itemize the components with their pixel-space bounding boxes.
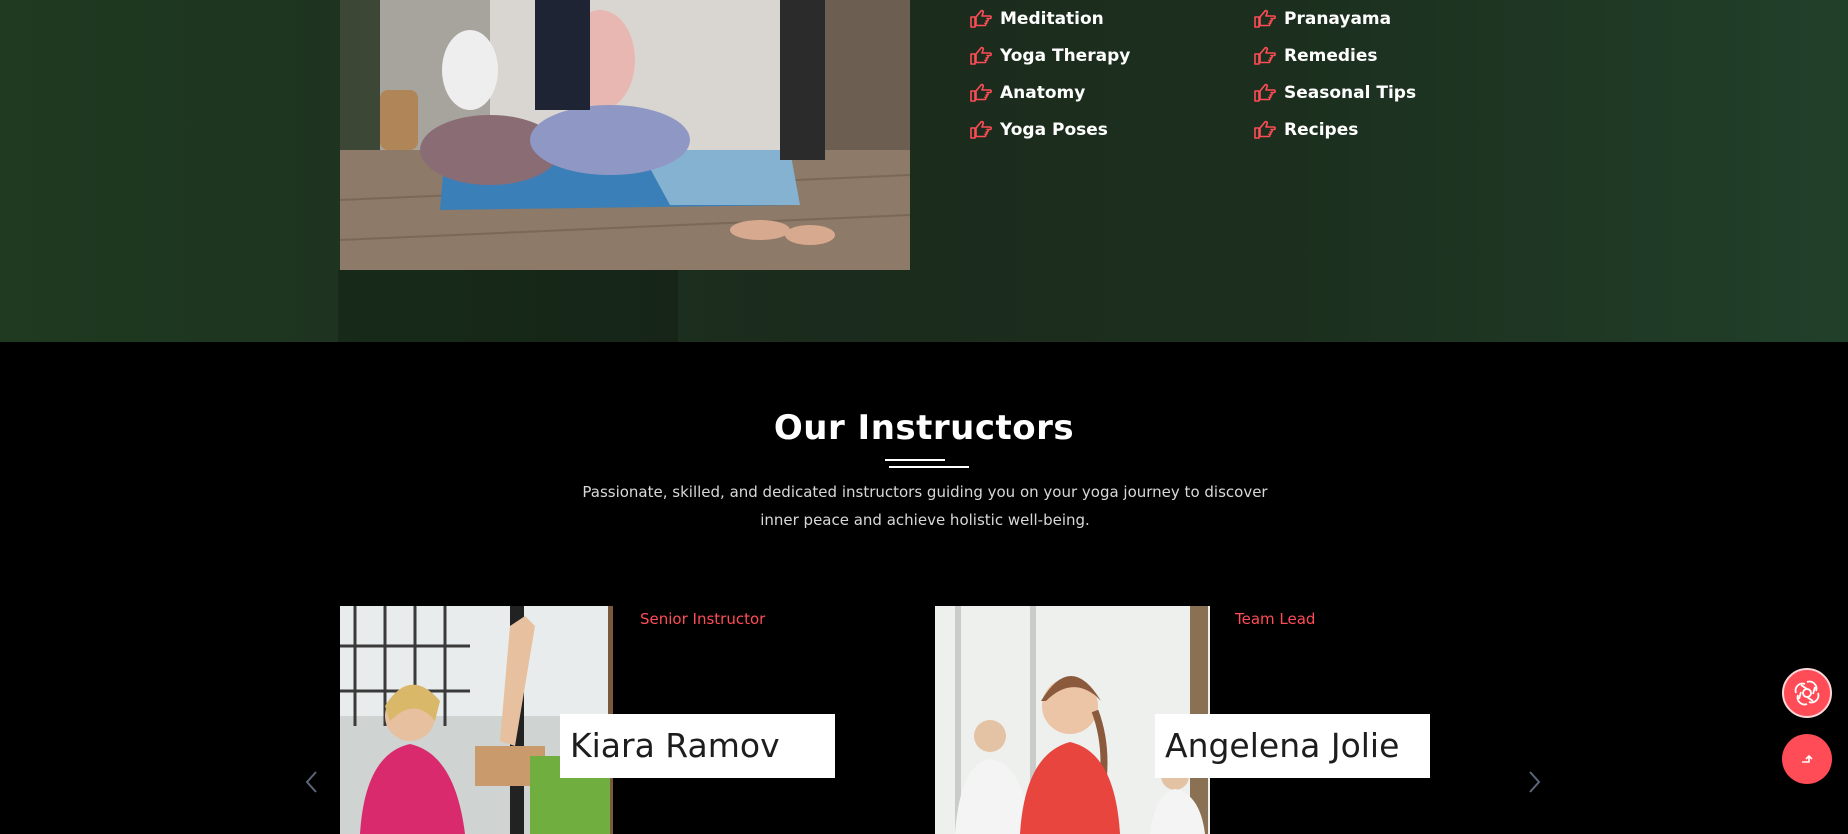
hand-point-right-icon bbox=[970, 120, 992, 140]
chat-assistant-button[interactable] bbox=[1782, 668, 1832, 718]
instructor-role: Senior Instructor bbox=[640, 610, 766, 628]
section-shade bbox=[338, 270, 678, 342]
instructor-card[interactable]: Team Lead Angelena Jolie bbox=[935, 606, 1455, 834]
feature-link-pranayama[interactable]: Pranayama bbox=[1254, 0, 1416, 37]
chevron-right-icon bbox=[1529, 771, 1541, 793]
about-section: Meditation Yoga Therapy Anatomy Yoga Pos… bbox=[0, 0, 1848, 342]
feature-label: Pranayama bbox=[1284, 8, 1392, 29]
slider-prev-button[interactable] bbox=[301, 768, 321, 796]
feature-link-yoga-poses[interactable]: Yoga Poses bbox=[970, 111, 1130, 148]
hand-point-right-icon bbox=[970, 46, 992, 66]
features-column-2: Pranayama Remedies Seasonal Tips Recipes bbox=[1254, 0, 1416, 148]
feature-label: Seasonal Tips bbox=[1284, 82, 1417, 103]
feature-label: Recipes bbox=[1284, 119, 1359, 140]
feature-label: Yoga Poses bbox=[1000, 119, 1108, 140]
feature-link-anatomy[interactable]: Anatomy bbox=[970, 74, 1130, 111]
hand-point-right-icon bbox=[1254, 83, 1276, 103]
feature-link-yoga-therapy[interactable]: Yoga Therapy bbox=[970, 37, 1130, 74]
feature-label: Yoga Therapy bbox=[1000, 45, 1131, 66]
hand-point-right-icon bbox=[970, 83, 992, 103]
slider-next-button[interactable] bbox=[1525, 768, 1545, 796]
hand-point-right-icon bbox=[970, 9, 992, 29]
scroll-to-top-button[interactable] bbox=[1782, 734, 1832, 784]
feature-label: Remedies bbox=[1284, 45, 1378, 66]
openai-chat-icon bbox=[1794, 680, 1820, 706]
instructor-name[interactable]: Kiara Ramov bbox=[560, 714, 835, 778]
feature-label: Anatomy bbox=[1000, 82, 1086, 103]
chevron-left-icon bbox=[305, 771, 317, 793]
section-title: Our Instructors bbox=[773, 408, 1075, 448]
arrow-up-icon bbox=[1802, 754, 1813, 763]
instructor-card[interactable]: Senior Instructor Kiara Ramov bbox=[340, 606, 860, 834]
hand-point-right-icon bbox=[1254, 9, 1276, 29]
title-divider bbox=[885, 459, 969, 469]
feature-label: Meditation bbox=[1000, 8, 1104, 29]
feature-link-seasonal-tips[interactable]: Seasonal Tips bbox=[1254, 74, 1416, 111]
features-column-1: Meditation Yoga Therapy Anatomy Yoga Pos… bbox=[970, 0, 1130, 148]
instructor-role: Team Lead bbox=[1235, 610, 1316, 628]
feature-link-remedies[interactable]: Remedies bbox=[1254, 37, 1416, 74]
instructor-name[interactable]: Angelena Jolie bbox=[1155, 714, 1430, 778]
feature-link-recipes[interactable]: Recipes bbox=[1254, 111, 1416, 148]
hand-point-right-icon bbox=[1254, 46, 1276, 66]
section-description: Passionate, skilled, and dedicated instr… bbox=[582, 483, 1268, 529]
yoga-class-photo bbox=[340, 0, 910, 270]
feature-link-meditation[interactable]: Meditation bbox=[970, 0, 1130, 37]
hand-point-right-icon bbox=[1254, 120, 1276, 140]
